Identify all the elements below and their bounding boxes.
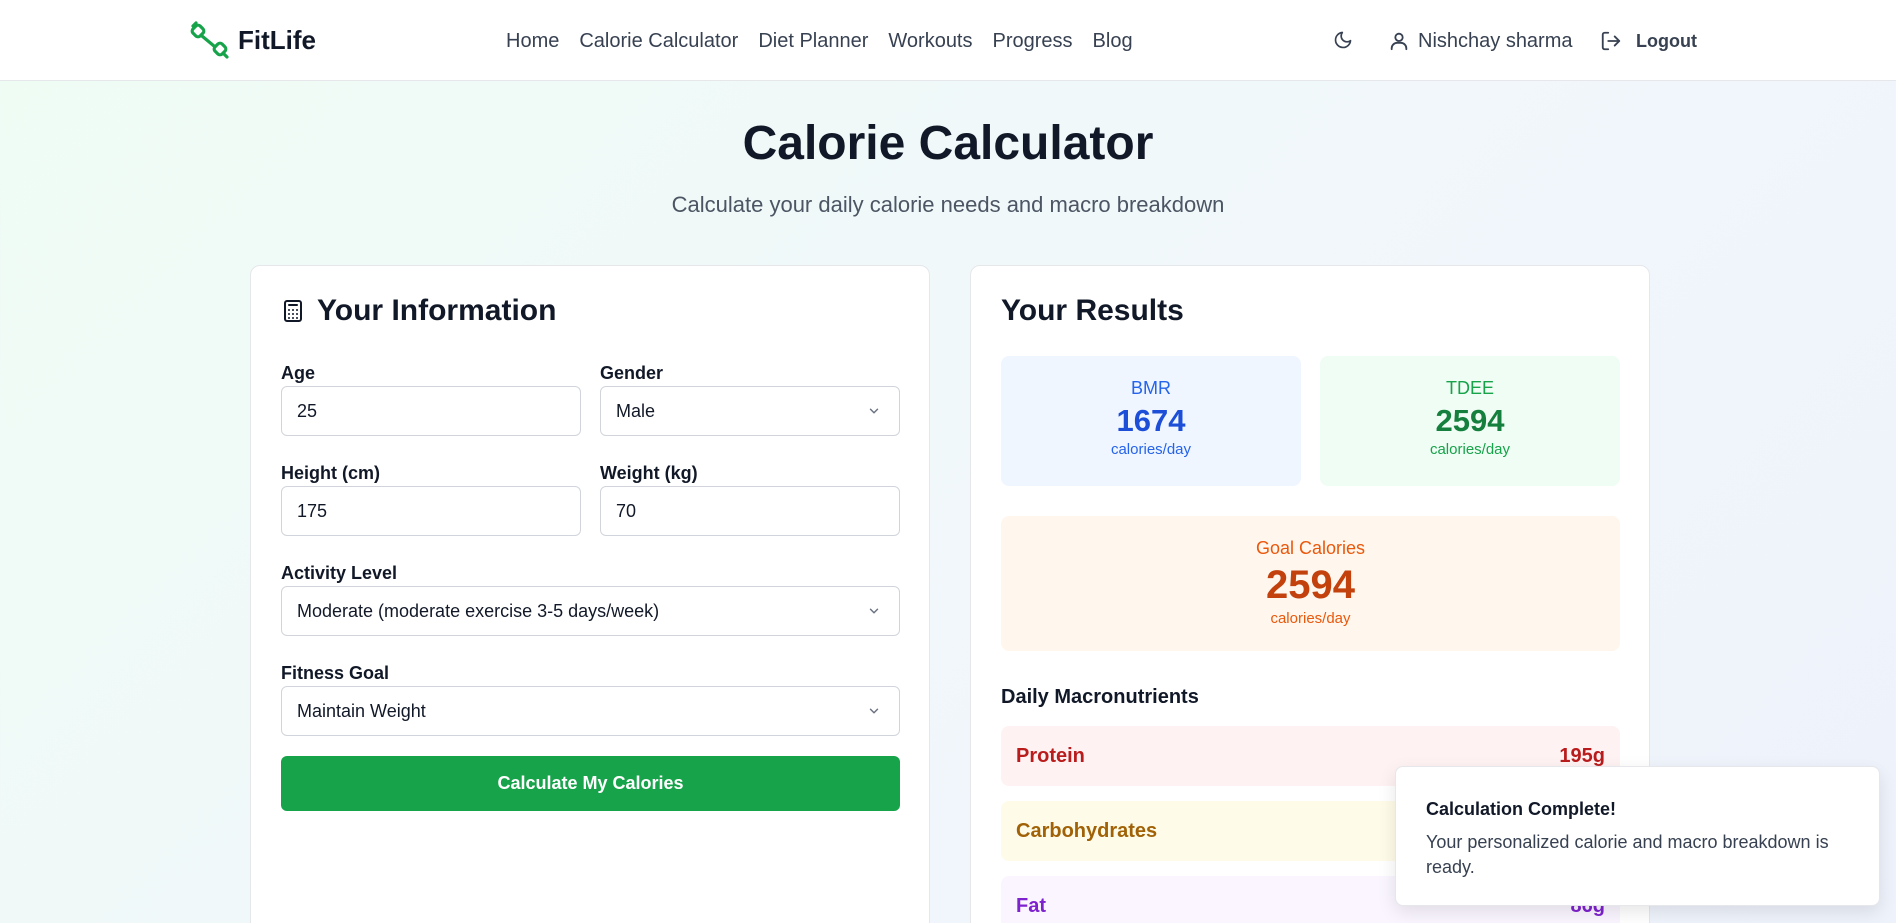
user-name: Nishchay sharma xyxy=(1418,29,1573,52)
nav-home[interactable]: Home xyxy=(506,22,559,60)
page-subtitle: Calculate your daily calorie needs and m… xyxy=(671,192,1225,217)
dumbbell-icon xyxy=(190,21,229,59)
nav-blog[interactable]: Blog xyxy=(1093,22,1133,60)
weight-label: Weight (kg) xyxy=(600,463,698,483)
fat-label: Fat xyxy=(1016,894,1046,917)
bmr-unit: calories/day xyxy=(1110,441,1192,458)
page-title: Calorie Calculator xyxy=(742,117,1154,170)
height-input[interactable] xyxy=(281,486,581,536)
nav-workouts[interactable]: Workouts xyxy=(888,22,972,60)
logout-button[interactable]: Logout xyxy=(1600,22,1697,60)
user-menu[interactable]: Nishchay sharma xyxy=(1388,22,1573,60)
information-title-text: Your Information xyxy=(317,294,557,327)
macronutrients-title: Daily Macronutrients xyxy=(1001,686,1199,708)
information-card: Your Information Age Gender Male Height … xyxy=(250,265,930,923)
moon-icon xyxy=(1334,31,1352,49)
goal-selected-value: Maintain Weight xyxy=(297,700,426,721)
bmr-stat: BMR 1674 calories/day xyxy=(1001,356,1301,486)
information-card-title: Your Information xyxy=(281,294,556,328)
protein-label: Protein xyxy=(1016,744,1085,767)
activity-selected-value: Moderate (moderate exercise 3-5 days/wee… xyxy=(297,600,660,621)
bmr-label: BMR xyxy=(1131,378,1171,398)
tdee-stat: TDEE 2594 calories/day xyxy=(1320,356,1620,486)
chevron-down-icon xyxy=(869,408,879,414)
nav-progress[interactable]: Progress xyxy=(993,22,1073,60)
brand-logo[interactable]: FitLife xyxy=(190,20,316,60)
calculate-calories-button[interactable]: Calculate My Calories xyxy=(281,756,900,811)
main-nav: Home Calorie Calculator Diet Planner Wor… xyxy=(506,22,1153,60)
results-card-title: Your Results xyxy=(1001,294,1184,327)
top-navbar: FitLife Home Calorie Calculator Diet Pla… xyxy=(0,0,1896,81)
nav-diet-planner[interactable]: Diet Planner xyxy=(758,22,868,60)
goal-calories-stat: Goal Calories 2594 calories/day xyxy=(1001,516,1620,651)
bmr-value: 1674 xyxy=(1116,403,1186,438)
tdee-unit: calories/day xyxy=(1429,441,1511,458)
toast-title: Calculation Complete! xyxy=(1426,799,1617,819)
gender-selected-value: Male xyxy=(616,400,656,421)
activity-level-select[interactable]: Moderate (moderate exercise 3-5 days/wee… xyxy=(281,586,900,636)
gender-select[interactable]: Male xyxy=(600,386,900,436)
calculator-icon xyxy=(284,300,302,322)
goal-calories-unit: calories/day xyxy=(1270,610,1351,627)
goal-calories-value: 2594 xyxy=(1266,563,1355,607)
age-label: Age xyxy=(281,363,316,383)
fitness-goal-label: Fitness Goal xyxy=(281,663,390,683)
logout-icon xyxy=(1601,31,1621,51)
height-label: Height (cm) xyxy=(281,463,380,483)
brand-name: FitLife xyxy=(238,24,316,55)
theme-toggle-button[interactable] xyxy=(1328,25,1358,55)
age-input[interactable] xyxy=(281,386,581,436)
user-icon xyxy=(1390,32,1408,51)
goal-calories-label: Goal Calories xyxy=(1255,538,1366,558)
toast-message: Your personalized calorie and macro brea… xyxy=(1426,832,1829,877)
carbohydrates-label: Carbohydrates xyxy=(1016,819,1158,842)
chevron-down-icon xyxy=(869,608,879,614)
tdee-value: 2594 xyxy=(1435,403,1505,438)
fitness-goal-select[interactable]: Maintain Weight xyxy=(281,686,900,736)
chevron-down-icon xyxy=(869,708,879,714)
toast-notification[interactable]: Calculation Complete! Your personalized … xyxy=(1395,766,1880,906)
activity-level-label: Activity Level xyxy=(281,563,398,583)
tdee-label: TDEE xyxy=(1445,378,1494,398)
nav-calorie-calculator[interactable]: Calorie Calculator xyxy=(579,22,738,60)
gender-label: Gender xyxy=(600,363,664,383)
protein-value: 195g xyxy=(1559,744,1605,767)
logout-label: Logout xyxy=(1636,30,1697,51)
weight-input[interactable] xyxy=(600,486,900,536)
